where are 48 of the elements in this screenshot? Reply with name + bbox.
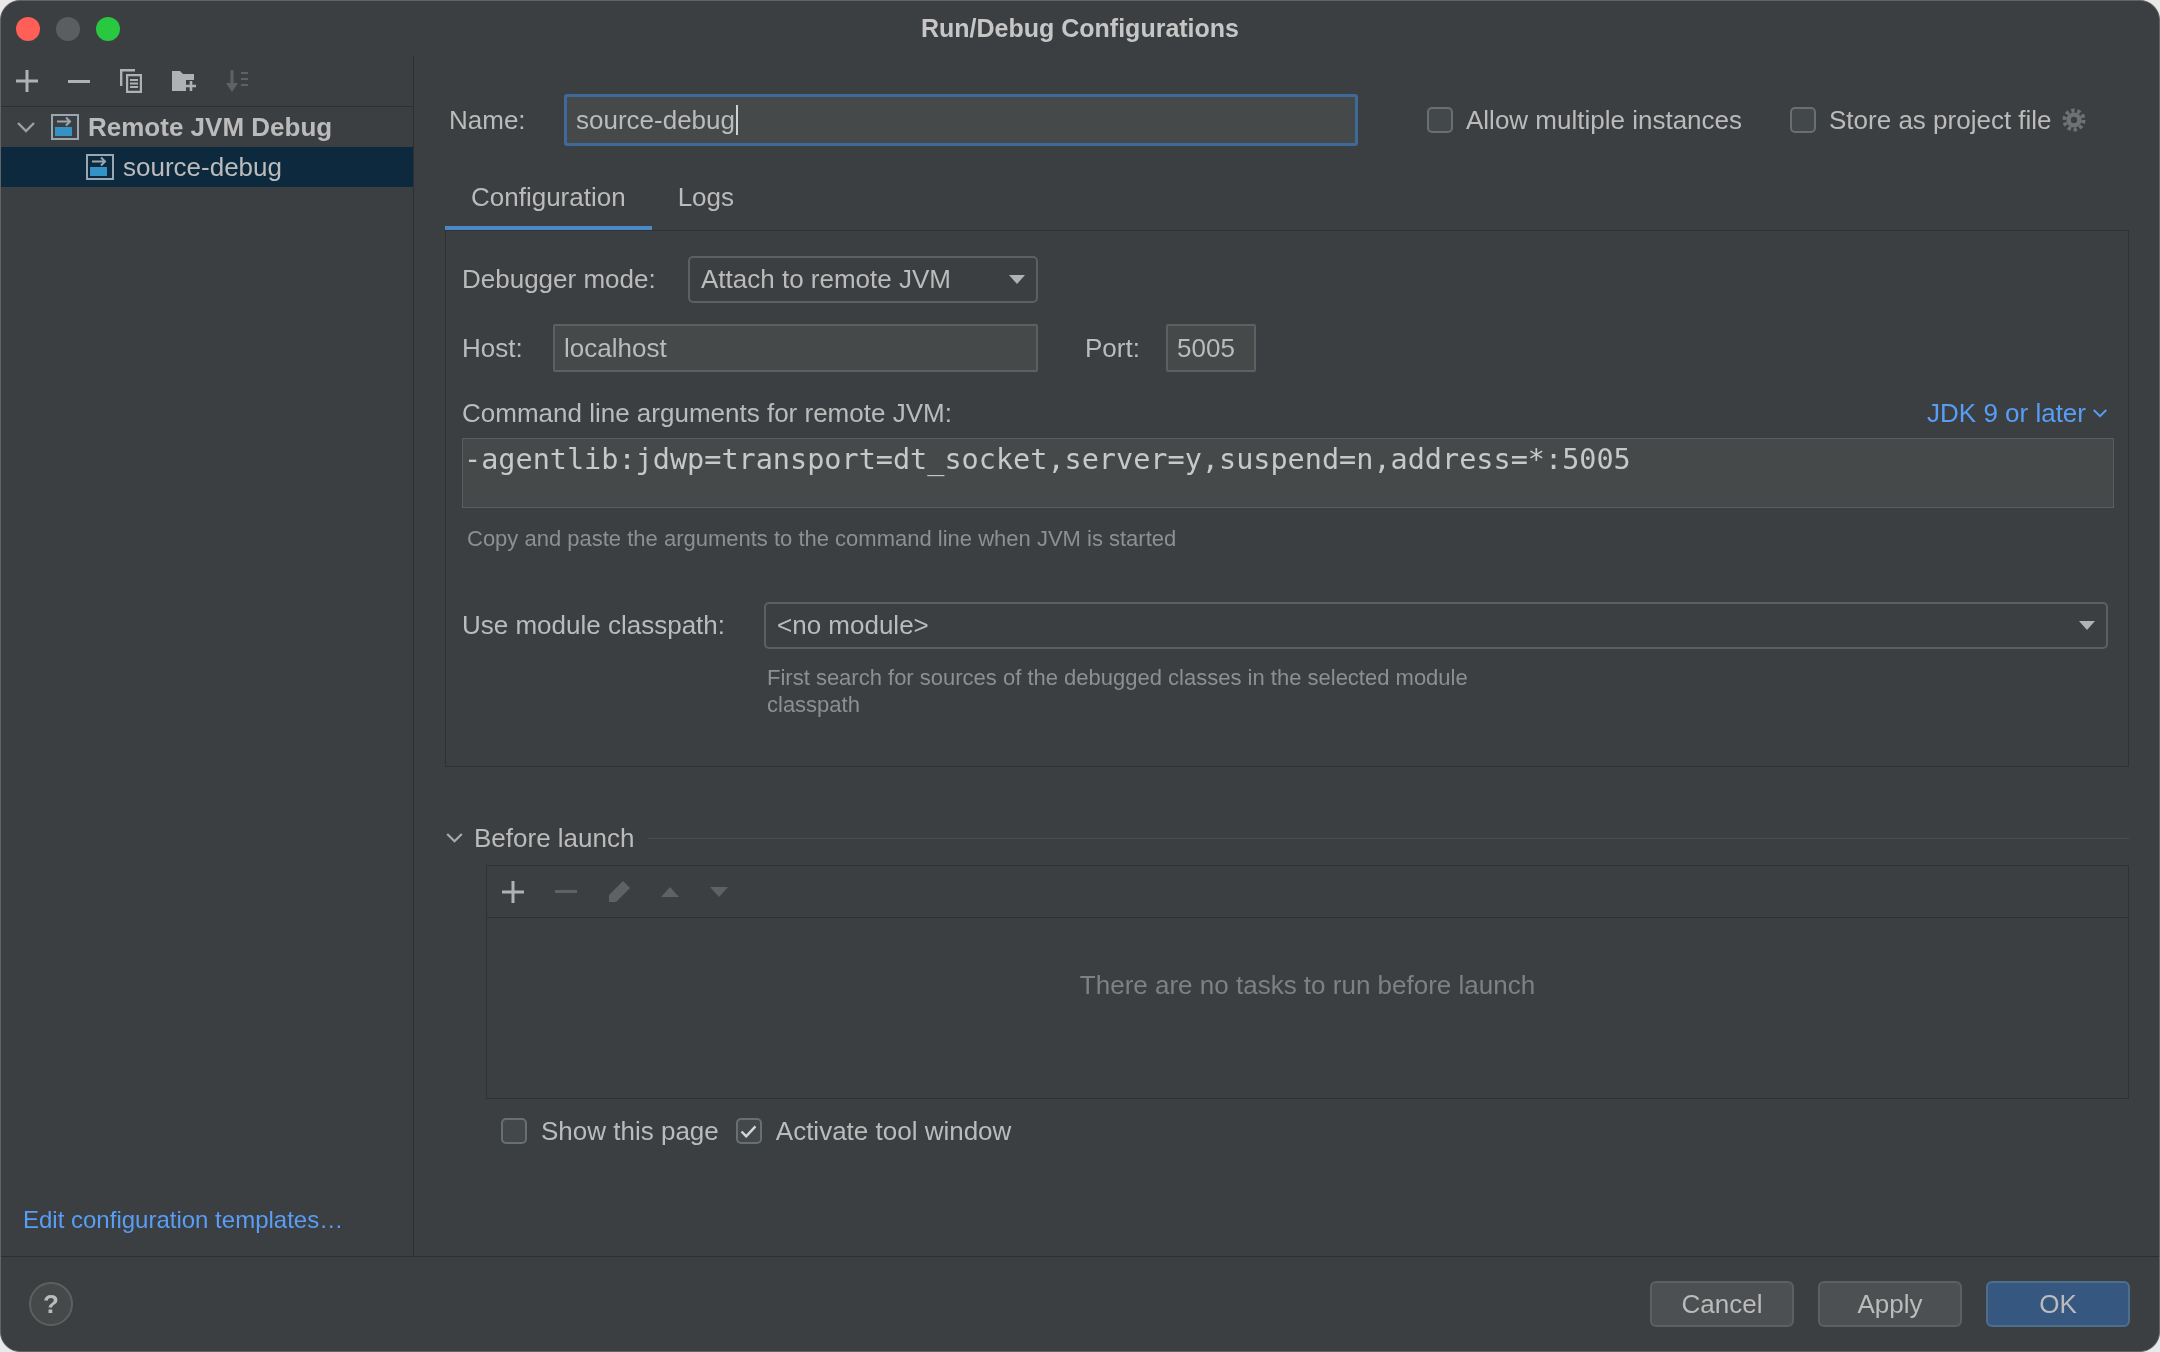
jdk-version-link[interactable]: JDK 9 or later xyxy=(1927,397,2107,429)
window-title: Run/Debug Configurations xyxy=(921,14,1239,43)
dropdown[interactable]: <no module> xyxy=(764,602,2108,649)
checkbox[interactable] xyxy=(735,1118,762,1144)
dropdown[interactable]: Attach to remote JVM xyxy=(688,256,1038,303)
caret-down-icon xyxy=(1009,275,1025,284)
plus-icon[interactable] xyxy=(502,880,524,903)
hint-text: First search for sources of the debugged classes in the selected module classpath xyxy=(767,664,1469,718)
minus-icon[interactable] xyxy=(68,79,90,83)
plus-icon[interactable] xyxy=(16,70,38,92)
checkbox-label: Allow multiple instances xyxy=(1466,104,1742,136)
folder-plus-icon[interactable] xyxy=(172,71,196,91)
copy-icon[interactable] xyxy=(120,69,142,93)
zoom-icon[interactable] xyxy=(96,16,120,41)
checkbox[interactable] xyxy=(1427,107,1453,133)
chevron-down-icon xyxy=(2093,408,2107,418)
field-label: Debugger mode: xyxy=(462,264,657,295)
field-label: Name: xyxy=(449,104,527,136)
checkbox-label: Show this page xyxy=(541,1115,719,1147)
templates-link[interactable]: Edit configuration templates… xyxy=(23,1205,344,1235)
field-label: Use module classpath: xyxy=(462,610,727,641)
hint-text: Copy and paste the arguments to the command line when JVM is started xyxy=(466,526,1177,552)
check-icon xyxy=(740,1124,758,1138)
chevron-down-icon[interactable] xyxy=(17,121,35,133)
tab[interactable]: Logs xyxy=(651,172,761,230)
checkbox-label: Activate tool window xyxy=(775,1115,1012,1147)
dialog-button[interactable]: Apply xyxy=(1818,1281,1962,1327)
tree-item[interactable]: Remote JVM Debug xyxy=(1,107,413,147)
checkbox[interactable] xyxy=(501,1118,527,1144)
settings-icon[interactable] xyxy=(2061,108,2086,132)
field-label: Command line arguments for remote JVM: xyxy=(462,397,952,429)
close-icon[interactable] xyxy=(16,16,40,41)
command-line-field[interactable]: -agentlib:jdwp=transport=dt_socket,server=y,suspend=n,address=*:5005 xyxy=(462,438,2114,508)
help-button[interactable]: ? xyxy=(29,1282,73,1326)
tree-item[interactable]: source-debug xyxy=(1,147,413,187)
port-field[interactable]: 5005 xyxy=(1166,324,1256,372)
caret-down-icon xyxy=(2079,621,2095,630)
tab[interactable]: Configuration xyxy=(445,172,652,230)
empty-message: There are no tasks to run before launch xyxy=(1079,969,1536,1001)
checkbox-label: Store as project file xyxy=(1829,104,2052,136)
checkbox[interactable] xyxy=(1790,107,1816,133)
host-field[interactable]: localhost xyxy=(553,324,1038,372)
field-label: Host: xyxy=(462,332,524,364)
name-field[interactable]: source-debug xyxy=(564,94,1358,146)
dialog-button[interactable]: Cancel xyxy=(1650,1281,1794,1327)
section-toggle[interactable]: Before launch xyxy=(446,822,635,854)
dialog-button[interactable]: OK xyxy=(1986,1281,2130,1327)
field-label: Port: xyxy=(1085,332,1141,364)
